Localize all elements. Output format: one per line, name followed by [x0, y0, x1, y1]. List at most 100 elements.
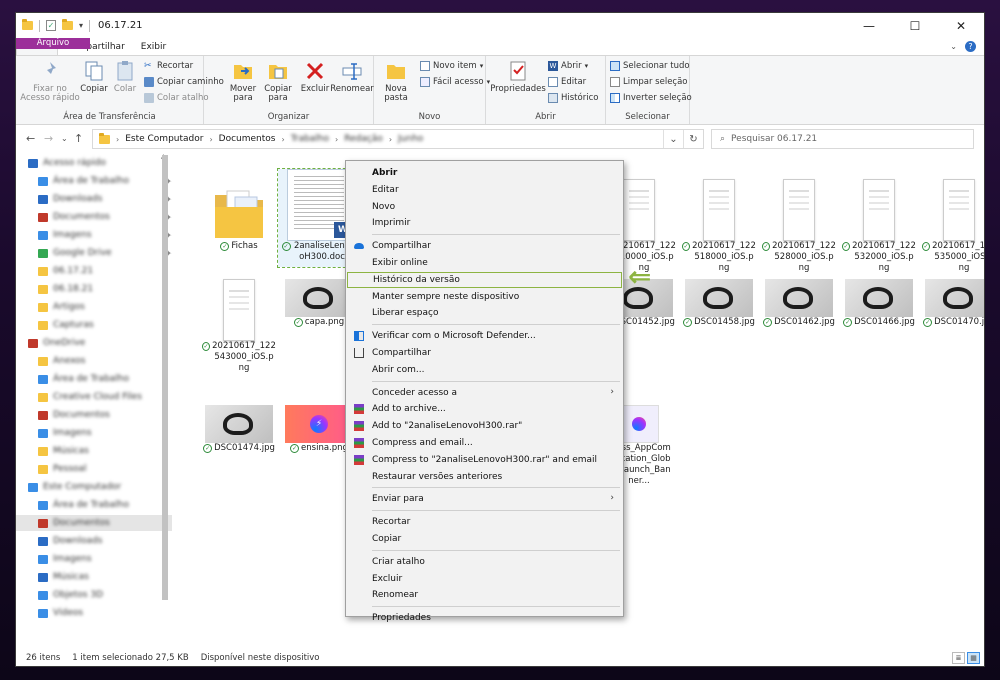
scrollbar-thumb[interactable]: [162, 155, 168, 600]
nav-item[interactable]: Documentos: [16, 515, 172, 531]
file-item[interactable]: ✓ DSC01466.jpg: [842, 273, 916, 328]
nav-item[interactable]: Imagens ✦: [38, 227, 172, 243]
menu-item[interactable]: Add to archive...: [347, 401, 622, 417]
nav-item[interactable]: Creative Cloud Files: [38, 389, 172, 405]
help-icon[interactable]: ?: [965, 41, 976, 52]
new-item-button[interactable]: Novo item ▾: [420, 61, 483, 71]
new-folder-button[interactable]: Nova pasta: [380, 60, 412, 103]
menu-item[interactable]: Imprimir: [347, 215, 622, 231]
menu-item[interactable]: Compartilhar: [347, 345, 622, 361]
file-item[interactable]: ✓ 20210617_1225​32000_iOS.png: [842, 173, 916, 274]
address-bar[interactable]: › Este Computador › Documentos › Trabalh…: [92, 129, 704, 149]
search-box[interactable]: ⌕ Pesquisar 06.17.21: [711, 129, 974, 149]
nav-item[interactable]: Imagens: [38, 551, 172, 567]
properties-button[interactable]: Propriedades: [490, 60, 546, 94]
breadcrumb-this-pc[interactable]: Este Computador: [125, 134, 203, 144]
recent-locations-button[interactable]: ⌄: [61, 134, 68, 143]
menu-item[interactable]: Novo: [347, 199, 622, 215]
close-button[interactable]: ✕: [938, 13, 984, 38]
pin-quick-access-button[interactable]: Fixar no Acesso rápido: [20, 60, 80, 103]
tab-file[interactable]: Arquivo: [16, 38, 90, 49]
customize-dropdown-icon[interactable]: ▾: [79, 21, 83, 30]
nav-item[interactable]: OneDrive: [28, 335, 168, 351]
menu-item[interactable]: Exibir online: [347, 255, 622, 271]
file-item[interactable]: ✓DSC01470.jpg: [922, 273, 984, 328]
file-item[interactable]: ✓ 20210617_1225​43000_iOS.png: [202, 273, 276, 374]
menu-item[interactable]: Recortar: [347, 514, 622, 530]
nav-item[interactable]: Objetos 3D: [38, 587, 172, 603]
nav-item[interactable]: Músicas: [38, 443, 172, 459]
file-item[interactable]: ✓20210617_1225​35000_iOS.png: [922, 173, 984, 274]
menu-item[interactable]: Compartilhar: [347, 238, 622, 254]
tab-view[interactable]: Exibir: [133, 38, 174, 55]
menu-item[interactable]: Restaurar versões anteriores: [347, 469, 622, 485]
menu-item[interactable]: Compress to "2analiseLenovoH300.rar" and…: [347, 452, 622, 468]
breadcrumb-folder-3[interactable]: Junho: [398, 134, 423, 144]
refresh-icon[interactable]: ↻: [683, 130, 703, 148]
menu-item[interactable]: Excluir: [347, 571, 622, 587]
nav-item[interactable]: Este Computador: [28, 479, 168, 495]
history-button[interactable]: Histórico: [548, 93, 598, 103]
menu-item[interactable]: Conceder acesso a ›: [347, 385, 622, 401]
select-all-button[interactable]: Selecionar tudo: [610, 61, 690, 71]
nav-item[interactable]: Downloads ✦: [38, 191, 172, 207]
breadcrumb-folder-1[interactable]: Trabalho: [291, 134, 329, 144]
nav-item[interactable]: Área de Trabalho: [38, 371, 172, 387]
nav-item[interactable]: Pessoal: [38, 461, 172, 477]
menu-item[interactable]: Abrir com...: [347, 362, 622, 378]
open-button[interactable]: W Abrir ▾: [548, 61, 588, 71]
menu-item[interactable]: Renomear: [347, 587, 622, 603]
nav-item[interactable]: Imagens: [38, 425, 172, 441]
nav-item[interactable]: 06.17.21: [38, 263, 172, 279]
menu-item[interactable]: Criar atalho: [347, 554, 622, 570]
nav-item[interactable]: Área de Trabalho ✦: [38, 173, 172, 189]
menu-item[interactable]: Editar: [347, 182, 622, 198]
menu-item[interactable]: Compress and email...: [347, 435, 622, 451]
edit-button[interactable]: Editar: [548, 77, 586, 87]
file-item[interactable]: ✓ 20210617_1225​18000_iOS.png: [682, 173, 756, 274]
nav-item[interactable]: Google Drive ✦: [38, 245, 172, 261]
nav-item[interactable]: Documentos ✦: [38, 209, 172, 225]
menu-item[interactable]: Verificar com o Microsoft Defender...: [347, 328, 622, 344]
nav-item[interactable]: Capturas: [38, 317, 172, 333]
large-icons-view-icon[interactable]: ▦: [967, 652, 980, 664]
nav-item[interactable]: Artigos: [38, 299, 172, 315]
properties-check-icon[interactable]: ✓: [46, 20, 56, 31]
menu-item[interactable]: Copiar: [347, 531, 622, 547]
breadcrumb-documents[interactable]: Documentos: [219, 134, 276, 144]
menu-item[interactable]: Manter sempre neste dispositivo: [347, 289, 622, 305]
menu-item[interactable]: Abrir: [347, 165, 622, 181]
forward-button[interactable]: →: [44, 132, 53, 145]
menu-item[interactable]: Enviar para ›: [347, 491, 622, 507]
rename-button[interactable]: Renomear: [330, 60, 374, 94]
maximize-button[interactable]: ☐: [892, 13, 938, 38]
nav-item[interactable]: 06.18.21: [38, 281, 172, 297]
paste-shortcut-button[interactable]: Colar atalho: [144, 93, 209, 103]
menu-item[interactable]: Liberar espaço: [347, 305, 622, 321]
cut-button[interactable]: ✂ Recortar: [144, 61, 193, 71]
address-dropdown-icon[interactable]: ⌄: [663, 130, 683, 148]
details-view-icon[interactable]: ≣: [952, 652, 965, 664]
back-button[interactable]: ←: [26, 132, 35, 145]
nav-item[interactable]: Músicas: [38, 569, 172, 585]
collapse-ribbon-icon[interactable]: ⌄: [950, 42, 957, 51]
file-item[interactable]: ✓ DSC01462.jpg: [762, 273, 836, 328]
easy-access-button[interactable]: Fácil acesso ▾: [420, 77, 490, 87]
nav-scrollbar[interactable]: ▲: [161, 153, 169, 645]
file-item[interactable]: ✓ Fichas: [202, 173, 276, 252]
invert-selection-button[interactable]: Inverter seleção: [610, 93, 692, 103]
minimize-button[interactable]: —: [846, 13, 892, 38]
select-none-button[interactable]: Limpar seleção: [610, 77, 688, 87]
copy-to-button[interactable]: Copiar para: [262, 60, 294, 103]
file-item[interactable]: ✓ DSC01474.jpg: [202, 399, 276, 454]
nav-item[interactable]: Downloads: [38, 533, 172, 549]
nav-item[interactable]: Anexos: [38, 353, 172, 369]
nav-item[interactable]: Documentos: [38, 407, 172, 423]
nav-item[interactable]: Área de Trabalho: [38, 497, 172, 513]
new-folder-icon[interactable]: [62, 19, 73, 30]
copy-button[interactable]: Copiar: [78, 60, 110, 94]
breadcrumb-folder-2[interactable]: Redação: [344, 134, 383, 144]
up-button[interactable]: ↑: [74, 132, 83, 145]
file-item[interactable]: ✓ DSC01458.jpg: [682, 273, 756, 328]
nav-item[interactable]: Acesso rápido: [28, 155, 168, 171]
